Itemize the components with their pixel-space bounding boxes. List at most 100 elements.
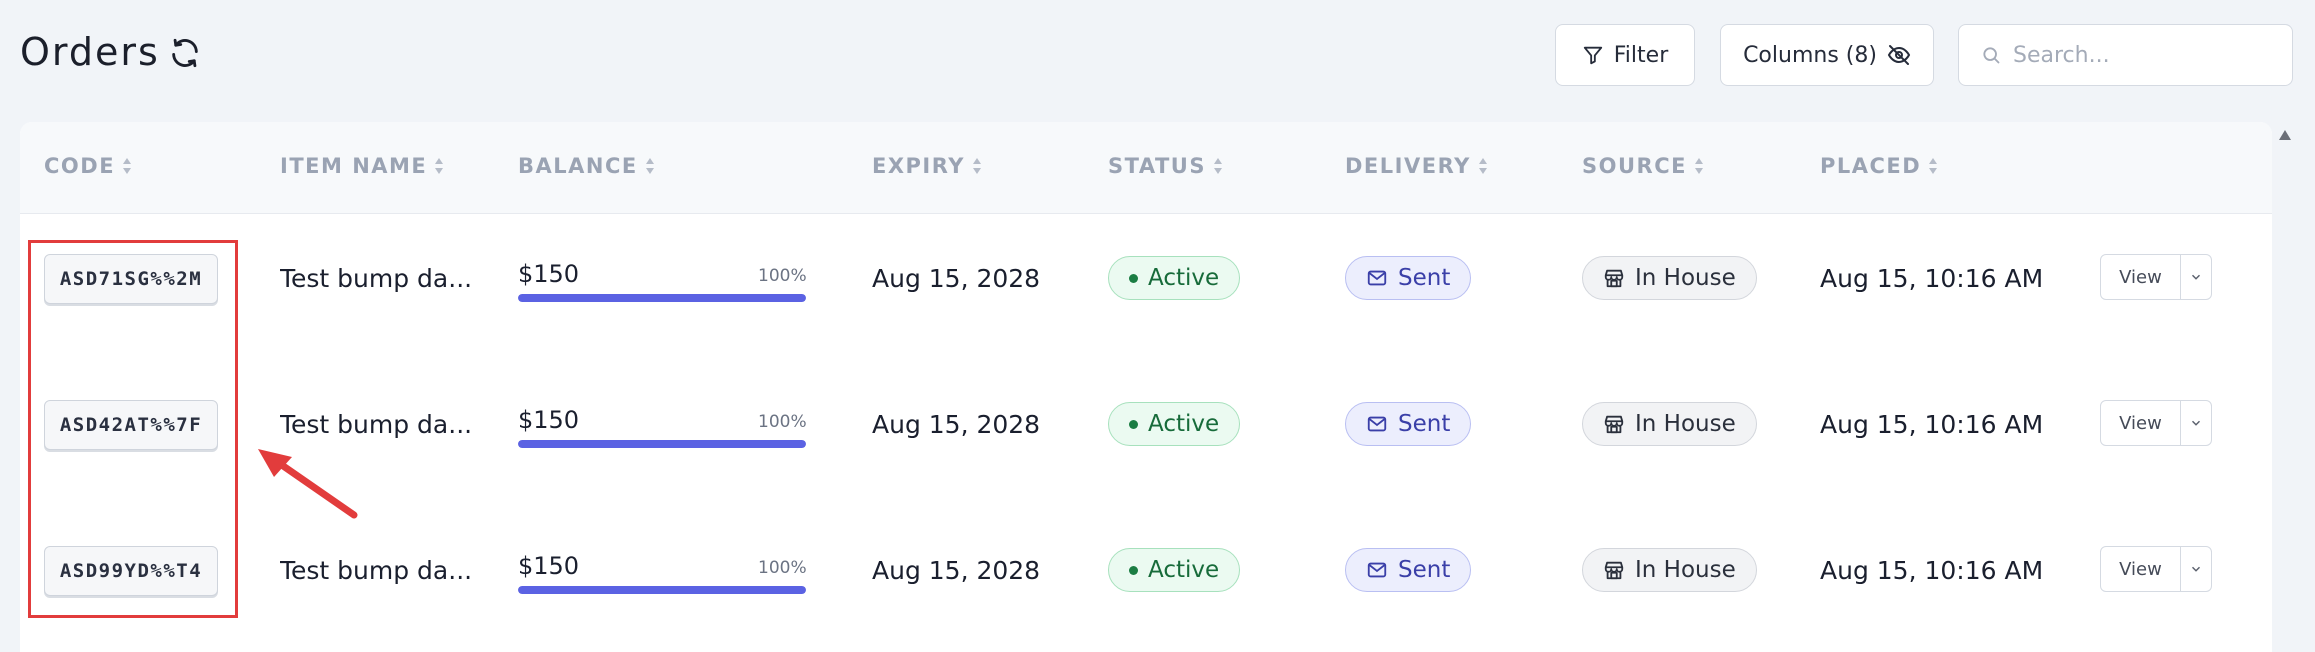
view-button[interactable]: View	[2101, 547, 2181, 591]
column-header-source[interactable]: SOURCE	[1582, 154, 1705, 178]
sort-icon	[645, 158, 654, 174]
column-header-placed[interactable]: PLACED	[1820, 154, 1939, 178]
column-header-label: PLACED	[1820, 154, 1922, 178]
column-header-label: BALANCE	[518, 154, 638, 178]
refresh-icon[interactable]	[168, 36, 202, 70]
column-header-label: DELIVERY	[1345, 154, 1471, 178]
sort-icon	[435, 158, 444, 174]
column-header-label: CODE	[44, 154, 116, 178]
placed-cell: Aug 15, 10:16 AM	[1820, 264, 2044, 293]
balance-amount: $150	[518, 260, 580, 288]
balance-progress-bar	[518, 586, 806, 594]
column-header-item-name[interactable]: ITEM NAME	[280, 154, 445, 178]
sort-icon	[1694, 158, 1703, 174]
view-button[interactable]: View	[2101, 401, 2181, 445]
store-icon	[1604, 415, 1624, 434]
columns-button[interactable]: Columns (8)	[1720, 24, 1934, 86]
status-label: Active	[1148, 557, 1220, 583]
page-header: Orders Filter Columns (8)	[0, 0, 2315, 110]
status-dot-icon	[1129, 273, 1138, 283]
balance-percent: 100%	[758, 412, 807, 432]
expiry-cell: Aug 15, 2028	[872, 556, 1041, 585]
row-action-group: View	[2100, 546, 2212, 592]
eye-off-icon	[1887, 45, 1911, 65]
orders-table: CODE ITEM NAME BALANCE EXPIRY STATUS DEL…	[20, 122, 2272, 652]
balance-progress-fill	[518, 294, 806, 302]
columns-button-label: Columns (8)	[1743, 42, 1877, 68]
vertical-scrollbar[interactable]	[2276, 150, 2292, 652]
column-header-label: ITEM NAME	[280, 154, 428, 178]
view-button[interactable]: View	[2101, 255, 2181, 299]
status-badge: Active	[1108, 402, 1241, 446]
balance-amount: $150	[518, 552, 580, 580]
source-badge: In House	[1582, 256, 1757, 300]
order-code-badge[interactable]: ASD42AT%%7F	[44, 400, 218, 450]
order-code-badge[interactable]: ASD71SG%%2M	[44, 254, 218, 304]
column-header-status[interactable]: STATUS	[1108, 154, 1224, 178]
item-name-cell: Test bump da...	[280, 556, 473, 585]
store-icon	[1604, 561, 1624, 580]
delivery-badge: Sent	[1345, 402, 1472, 446]
filter-icon	[1583, 46, 1602, 65]
table-header: CODE ITEM NAME BALANCE EXPIRY STATUS DEL…	[20, 122, 2272, 214]
sort-icon	[123, 158, 132, 174]
sort-icon	[1213, 158, 1222, 174]
status-dot-icon	[1129, 419, 1138, 429]
column-header-delivery[interactable]: DELIVERY	[1345, 154, 1489, 178]
search-input[interactable]	[2013, 42, 2273, 68]
source-badge: In House	[1582, 548, 1757, 592]
delivery-badge: Sent	[1345, 256, 1472, 300]
source-label: In House	[1635, 411, 1736, 437]
expiry-cell: Aug 15, 2028	[872, 410, 1041, 439]
scroll-up-arrow[interactable]	[2272, 122, 2298, 148]
row-actions-dropdown[interactable]	[2181, 401, 2211, 445]
column-header-label: STATUS	[1108, 154, 1206, 178]
column-header-code[interactable]: CODE	[44, 154, 133, 178]
delivery-badge: Sent	[1345, 548, 1472, 592]
column-header-expiry[interactable]: EXPIRY	[872, 154, 983, 178]
row-action-group: View	[2100, 400, 2212, 446]
order-code-badge[interactable]: ASD99YD%%T4	[44, 546, 218, 596]
chevron-down-icon	[2191, 274, 2201, 280]
row-action-group: View	[2100, 254, 2212, 300]
filter-button[interactable]: Filter	[1555, 24, 1695, 86]
balance-progress-fill	[518, 586, 806, 594]
status-badge: Active	[1108, 256, 1241, 300]
table-row: ASD71SG%%2M Test bump da... $150 100% Au…	[20, 214, 2272, 360]
expiry-cell: Aug 15, 2028	[872, 264, 1041, 293]
item-name-cell: Test bump da...	[280, 410, 473, 439]
search-field[interactable]	[1958, 24, 2293, 86]
chevron-down-icon	[2191, 420, 2201, 426]
column-header-balance[interactable]: BALANCE	[518, 154, 656, 178]
column-header-label: SOURCE	[1582, 154, 1687, 178]
table-row: ASD42AT%%7F Test bump da... $150 100% Au…	[20, 360, 2272, 506]
source-label: In House	[1635, 557, 1736, 583]
delivery-label: Sent	[1398, 265, 1451, 291]
balance-amount: $150	[518, 406, 580, 434]
column-header-label: EXPIRY	[872, 154, 965, 178]
delivery-label: Sent	[1398, 411, 1451, 437]
filter-button-label: Filter	[1613, 42, 1669, 68]
table-row: ASD99YD%%T4 Test bump da... $150 100% Au…	[20, 506, 2272, 652]
row-actions-dropdown[interactable]	[2181, 547, 2211, 591]
placed-cell: Aug 15, 10:16 AM	[1820, 410, 2044, 439]
balance-percent: 100%	[758, 558, 807, 578]
placed-cell: Aug 15, 10:16 AM	[1820, 556, 2044, 585]
source-badge: In House	[1582, 402, 1757, 446]
status-badge: Active	[1108, 548, 1241, 592]
balance-progress-fill	[518, 440, 806, 448]
status-label: Active	[1148, 265, 1220, 291]
chevron-down-icon	[2191, 566, 2201, 572]
sort-icon	[1478, 158, 1487, 174]
sort-icon	[1929, 158, 1938, 174]
sort-icon	[972, 158, 981, 174]
source-label: In House	[1635, 265, 1736, 291]
delivery-label: Sent	[1398, 557, 1451, 583]
status-dot-icon	[1129, 565, 1138, 575]
scroll-up-icon	[2279, 130, 2291, 140]
search-icon	[1983, 47, 2000, 64]
balance-progress-bar	[518, 440, 806, 448]
row-actions-dropdown[interactable]	[2181, 255, 2211, 299]
store-icon	[1604, 269, 1624, 288]
balance-progress-bar	[518, 294, 806, 302]
